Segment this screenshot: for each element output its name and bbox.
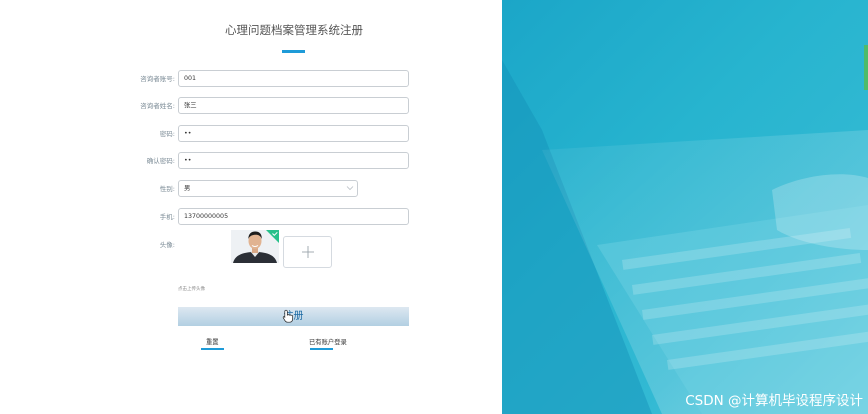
hero-background: CSDN @计算机毕设程序设计 <box>502 0 868 414</box>
gender-row: 性别: 男 <box>0 180 502 198</box>
name-row: 咨询者姓名: 张三 <box>0 97 502 115</box>
title-underline <box>282 50 305 53</box>
phone-input[interactable]: 13700000005 <box>178 208 409 225</box>
confirm-password-row: 确认密码: •• <box>0 152 502 170</box>
upload-success-icon <box>266 230 279 243</box>
name-label: 咨询者姓名: <box>140 102 175 110</box>
password-row: 密码: •• <box>0 125 502 143</box>
account-input[interactable]: 001 <box>178 70 409 87</box>
login-underline <box>310 348 333 350</box>
chevron-down-icon[interactable] <box>346 184 354 192</box>
gender-label: 性别: <box>159 185 175 193</box>
page-title: 心理问题档案管理系统注册 <box>225 23 363 37</box>
confirm-password-label: 确认密码: <box>146 157 175 165</box>
upload-button[interactable] <box>283 236 332 268</box>
account-label: 咨询者账号: <box>140 75 175 83</box>
laptop-illustration <box>502 45 868 414</box>
reset-link[interactable]: 重置 <box>206 337 219 346</box>
phone-label: 手机: <box>159 213 175 221</box>
login-link[interactable]: 已有账户登录 <box>309 337 347 346</box>
plus-icon <box>302 246 314 258</box>
hand-cursor-icon <box>282 309 293 323</box>
phone-row: 手机: 13700000005 <box>0 208 502 226</box>
reset-underline <box>201 348 224 350</box>
gender-select[interactable]: 男 <box>178 180 358 197</box>
password-input[interactable]: •• <box>178 125 409 142</box>
register-panel: 心理问题档案管理系统注册 咨询者账号: 001 咨询者姓名: 张三 密码: ••… <box>0 0 502 414</box>
account-row: 咨询者账号: 001 <box>0 70 502 88</box>
watermark-text: CSDN @计算机毕设程序设计 <box>685 393 863 409</box>
register-page: 心理问题档案管理系统注册 咨询者账号: 001 咨询者姓名: 张三 密码: ••… <box>0 0 868 414</box>
password-label: 密码: <box>159 130 175 138</box>
avatar-label: 头像: <box>159 241 175 249</box>
name-input[interactable]: 张三 <box>178 97 409 114</box>
upload-hint: 点击上传头像 <box>178 287 205 292</box>
confirm-password-input[interactable]: •• <box>178 152 409 169</box>
